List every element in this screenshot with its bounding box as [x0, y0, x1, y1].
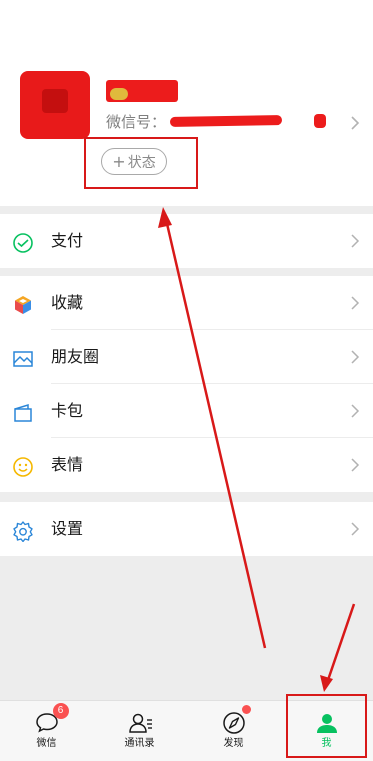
smile-icon	[13, 457, 33, 477]
chevron-right-icon	[351, 458, 360, 472]
arrow-to-me-tab	[325, 603, 356, 684]
contacts-icon	[126, 710, 154, 736]
tab-discover[interactable]: 发现	[187, 701, 280, 761]
compass-icon	[220, 705, 251, 736]
me-tab-annotation-box	[286, 694, 367, 758]
status-annotation-box	[84, 137, 198, 189]
tab-label-contacts: 通讯录	[124, 738, 155, 749]
section-settings: 设置	[0, 502, 373, 556]
wallet-icon	[13, 233, 33, 253]
section-features: 收藏 朋友圈 卡包 表情	[0, 276, 373, 492]
unread-badge: 6	[52, 703, 69, 719]
chevron-right-icon	[351, 296, 360, 310]
wechat-id-label: 微信号：	[106, 113, 167, 131]
chevron-right-icon[interactable]	[348, 114, 362, 132]
cube-icon	[15, 296, 31, 314]
chevron-right-icon	[351, 522, 360, 536]
menu-label-moments: 朋友圈	[51, 347, 100, 366]
card-icon	[14, 403, 32, 422]
chevron-right-icon	[351, 234, 360, 248]
avatar[interactable]	[20, 71, 90, 139]
tab-contacts[interactable]: 通讯录	[93, 701, 186, 761]
new-content-dot	[241, 705, 251, 714]
menu-item-stickers[interactable]: 表情	[0, 438, 373, 492]
nickname-emoji	[110, 88, 128, 100]
chat-bubble-icon: 6	[33, 703, 69, 736]
tab-chats[interactable]: 6 微信	[0, 701, 93, 761]
chevron-right-icon	[351, 404, 360, 418]
menu-label-settings: 设置	[51, 519, 84, 538]
section-pay: 支付	[0, 214, 373, 268]
gear-icon	[13, 521, 33, 542]
chevron-right-icon	[351, 350, 360, 364]
menu-label-pay: 支付	[51, 231, 84, 250]
arrowhead-me-tab	[320, 675, 333, 692]
menu-label-stickers: 表情	[51, 455, 84, 474]
qr-code-redaction	[314, 114, 326, 128]
tab-label-discover: 发现	[223, 738, 244, 749]
menu-item-favorites[interactable]: 收藏	[0, 276, 373, 330]
wechat-id-redaction	[169, 115, 283, 127]
menu-item-pay[interactable]: 支付	[0, 214, 373, 268]
image-icon	[13, 351, 33, 367]
menu-item-moments[interactable]: 朋友圈	[0, 330, 373, 384]
menu-label-cards: 卡包	[51, 401, 84, 420]
menu-label-favorites: 收藏	[51, 293, 84, 312]
menu-item-settings[interactable]: 设置	[0, 502, 373, 556]
menu-item-cards[interactable]: 卡包	[0, 384, 373, 438]
tab-label-chats: 微信	[36, 738, 57, 749]
